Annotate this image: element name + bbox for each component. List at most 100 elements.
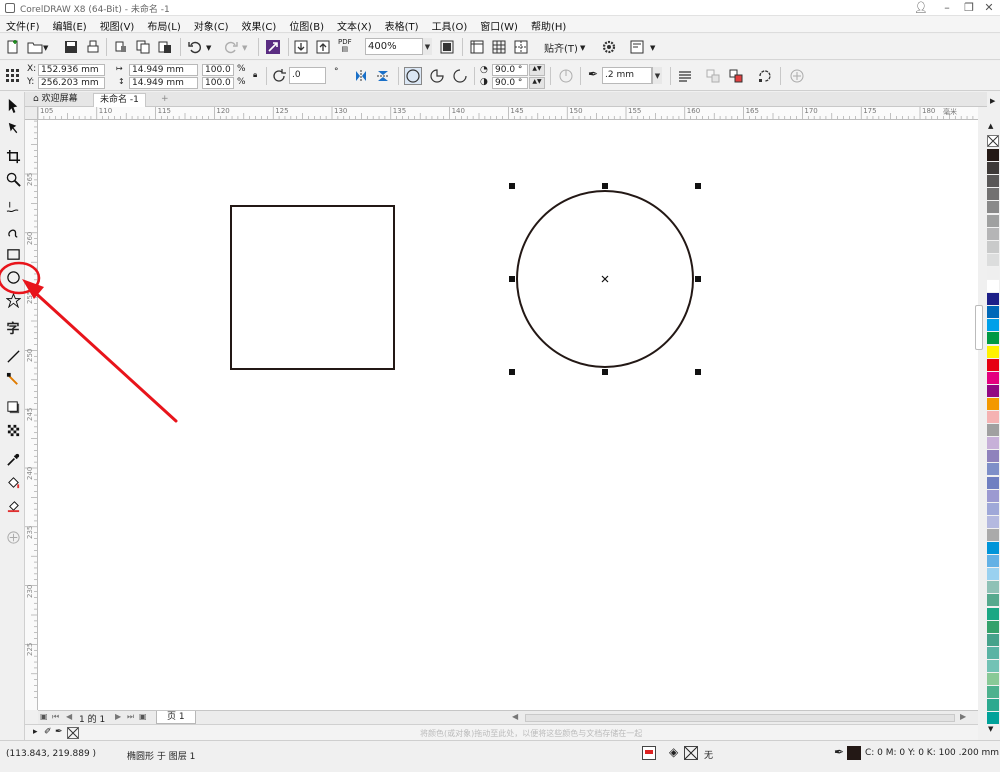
palette-swatch[interactable]: [987, 227, 999, 240]
show-guidelines-icon[interactable]: [512, 38, 530, 56]
selection-handle[interactable]: [602, 183, 608, 189]
crop-tool-icon[interactable]: [4, 147, 22, 165]
palette-swatch[interactable]: [987, 437, 999, 450]
selection-handle[interactable]: [509, 183, 515, 189]
menu-edit[interactable]: 编辑(E): [53, 18, 87, 33]
close-button[interactable]: ✕: [976, 0, 1000, 16]
save-icon[interactable]: [62, 38, 80, 56]
next-page-icon[interactable]: ▶: [115, 712, 121, 721]
palette-swatch[interactable]: [987, 463, 999, 476]
selection-handle[interactable]: [509, 276, 515, 282]
palette-swatch[interactable]: [987, 411, 999, 423]
scale-y-field[interactable]: 100.0: [202, 77, 234, 89]
palette-swatch[interactable]: [987, 633, 999, 646]
undo-icon[interactable]: [186, 38, 204, 56]
palette-swatch[interactable]: [987, 581, 999, 594]
outline-width-field[interactable]: .2 mm: [602, 67, 652, 84]
palette-swatch[interactable]: [987, 528, 999, 541]
palette-swatch[interactable]: [987, 201, 999, 214]
palette-swatch[interactable]: [987, 397, 999, 410]
start-angle-spinner-icon[interactable]: ▲▼: [529, 64, 545, 76]
palette-swatch[interactable]: [987, 555, 999, 568]
palette-swatch[interactable]: [987, 162, 999, 175]
end-angle-spinner-icon[interactable]: ▲▼: [529, 77, 545, 89]
palette-swatch[interactable]: [987, 646, 999, 659]
import-icon[interactable]: [292, 38, 310, 56]
palette-swatch[interactable]: [987, 188, 999, 201]
palette-swatch[interactable]: [987, 489, 999, 502]
palette-swatch[interactable]: [987, 175, 999, 188]
scale-x-field[interactable]: 100.0: [202, 64, 234, 76]
cut-icon[interactable]: [112, 38, 130, 56]
to-front-icon[interactable]: [704, 67, 722, 85]
palette-swatch[interactable]: [987, 266, 999, 279]
rectangle-shape[interactable]: [230, 205, 395, 370]
quick-customize-icon[interactable]: [788, 67, 806, 85]
open-dropdown-icon[interactable]: ▼: [43, 44, 48, 52]
last-page-icon[interactable]: ⏭︎: [127, 712, 134, 722]
snap-to-menu[interactable]: 贴齐(T): [544, 40, 578, 55]
palette-swatch[interactable]: [987, 607, 999, 620]
page-tab[interactable]: 页 1: [156, 711, 196, 724]
palette-scroll-up-icon[interactable]: ▲: [988, 122, 993, 130]
ellipse-mode-icon[interactable]: [404, 67, 422, 85]
shape-tool-icon[interactable]: [4, 119, 22, 137]
eyedropper-icon[interactable]: ✐: [44, 727, 52, 737]
lock-ratio-icon[interactable]: 🔒︎: [253, 70, 257, 80]
menu-table[interactable]: 表格(T): [385, 18, 419, 33]
horizontal-scrollbar[interactable]: [525, 714, 955, 722]
palette-swatch[interactable]: [987, 240, 999, 253]
palette-swatch[interactable]: [987, 424, 999, 437]
undo-dropdown-icon[interactable]: ▼: [206, 44, 211, 52]
mirror-horizontal-icon[interactable]: [352, 67, 370, 85]
print-icon[interactable]: [84, 38, 102, 56]
arc-mode-icon[interactable]: [451, 67, 469, 85]
palette-swatch[interactable]: [987, 358, 999, 371]
change-direction-icon[interactable]: [557, 67, 575, 85]
paste-icon[interactable]: [156, 38, 174, 56]
convert-to-curves-icon[interactable]: [756, 67, 774, 85]
selection-handle[interactable]: [695, 276, 701, 282]
new-tab-icon[interactable]: +: [155, 93, 175, 107]
menu-layout[interactable]: 布局(L): [147, 18, 180, 33]
options-gear-icon[interactable]: [600, 38, 618, 56]
redo-icon[interactable]: [222, 38, 240, 56]
selection-handle[interactable]: [509, 369, 515, 375]
menu-text[interactable]: 文本(X): [337, 18, 372, 33]
no-fill-swatch[interactable]: [987, 135, 999, 147]
outline-color-swatch[interactable]: [847, 746, 861, 760]
menu-tools[interactable]: 工具(O): [432, 18, 468, 33]
palette-swatch[interactable]: [987, 686, 999, 699]
artistic-media-tool-icon[interactable]: [4, 222, 22, 240]
scroll-right-icon[interactable]: ▶: [960, 712, 966, 721]
menu-window[interactable]: 窗口(W): [480, 18, 518, 33]
palette-swatch[interactable]: [987, 659, 999, 672]
object-origin-icon[interactable]: [3, 66, 21, 84]
eyedropper-tool-icon[interactable]: [4, 450, 22, 468]
palette-swatch[interactable]: [987, 149, 999, 161]
menu-file[interactable]: 文件(F): [6, 18, 40, 33]
fill-none-swatch[interactable]: [684, 746, 698, 760]
palette-swatch[interactable]: [987, 384, 999, 397]
palette-swatch[interactable]: [987, 620, 999, 633]
palette-swatch[interactable]: [987, 542, 999, 554]
menu-bitmaps[interactable]: 位图(B): [289, 18, 324, 33]
palette-swatch[interactable]: [987, 502, 999, 515]
menu-effects[interactable]: 效果(C): [242, 18, 277, 33]
horizontal-ruler[interactable]: 105 110 115 120 125 130 135 140 145 150 155 160 165 1…: [38, 107, 978, 120]
tab-document[interactable]: 未命名 -1: [93, 93, 146, 107]
palette-swatch[interactable]: [987, 515, 999, 528]
width-field[interactable]: 14.949 mm: [129, 64, 198, 76]
palette-swatch[interactable]: [987, 699, 999, 712]
palette-swatch[interactable]: [987, 332, 999, 345]
height-field[interactable]: 14.949 mm: [129, 77, 198, 89]
to-back-icon[interactable]: [727, 67, 745, 85]
user-icon[interactable]: 👤︎: [908, 0, 934, 16]
zoom-dropdown-icon[interactable]: ▼: [422, 38, 432, 55]
palette-swatch[interactable]: [987, 345, 999, 358]
add-page-icon[interactable]: ▣: [139, 712, 147, 721]
show-grid-icon[interactable]: [490, 38, 508, 56]
scroll-left-icon[interactable]: ◀: [512, 712, 518, 721]
end-angle-field[interactable]: 90.0 °: [492, 77, 528, 89]
previous-page-icon[interactable]: ⏮︎: [52, 712, 59, 722]
